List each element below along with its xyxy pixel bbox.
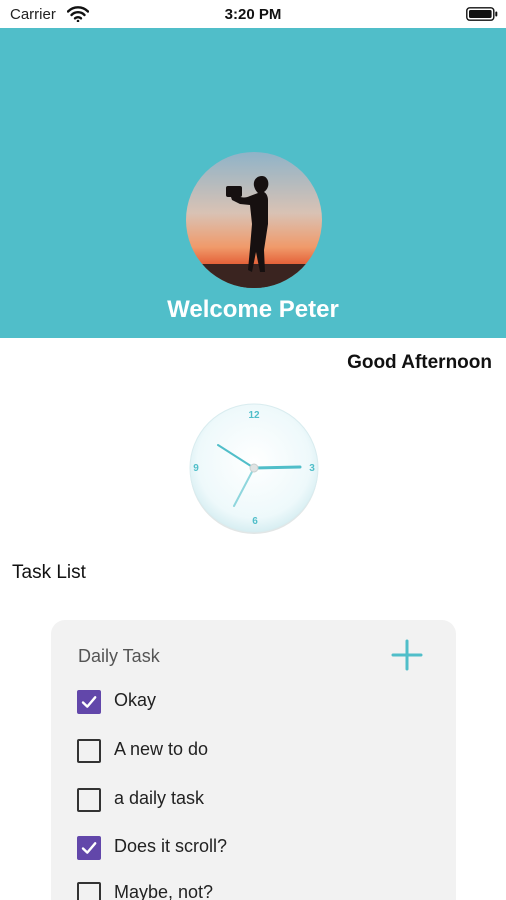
task-checkbox[interactable] [77, 788, 101, 812]
card-title: Daily Task [78, 646, 160, 666]
task-checkbox[interactable] [77, 882, 101, 900]
plus-icon[interactable] [390, 638, 424, 672]
task-item[interactable]: Does it scroll? [77, 832, 417, 862]
task-checkbox[interactable] [77, 690, 101, 714]
task-item[interactable]: Okay [77, 686, 417, 716]
welcome-heading: Welcome Peter [167, 296, 339, 323]
clock-minute-hand [252, 465, 302, 470]
task-label: Does it scroll? [114, 836, 228, 856]
profile-header: Welcome Peter [0, 28, 506, 338]
task-checkbox[interactable] [77, 836, 101, 860]
clock-number-12: 12 [248, 410, 260, 421]
status-time: 3:20 PM [224, 6, 282, 23]
analog-clock: 12 3 6 9 [189, 403, 319, 534]
profile-avatar [186, 152, 322, 288]
daily-task-card: Daily Task Okay A new to do a daily task… [51, 620, 456, 900]
task-label: Okay [114, 690, 157, 710]
clock-number-6: 6 [252, 516, 258, 527]
clock-center-pin [249, 463, 259, 473]
task-item[interactable]: A new to do [77, 735, 417, 765]
greeting-text: Good Afternoon [347, 352, 492, 373]
task-list-heading: Task List [12, 562, 86, 583]
task-label: A new to do [114, 739, 209, 759]
task-item[interactable]: a daily task [77, 784, 417, 814]
status-bar: Carrier 3:20 PM [0, 0, 506, 28]
clock-number-9: 9 [193, 463, 199, 474]
task-item[interactable]: Maybe, not? [77, 878, 417, 900]
clock-number-3: 3 [309, 463, 315, 474]
battery-icon [466, 7, 498, 21]
task-checkbox[interactable] [77, 739, 101, 763]
task-label: Maybe, not? [114, 882, 214, 900]
task-label: a daily task [114, 788, 205, 808]
